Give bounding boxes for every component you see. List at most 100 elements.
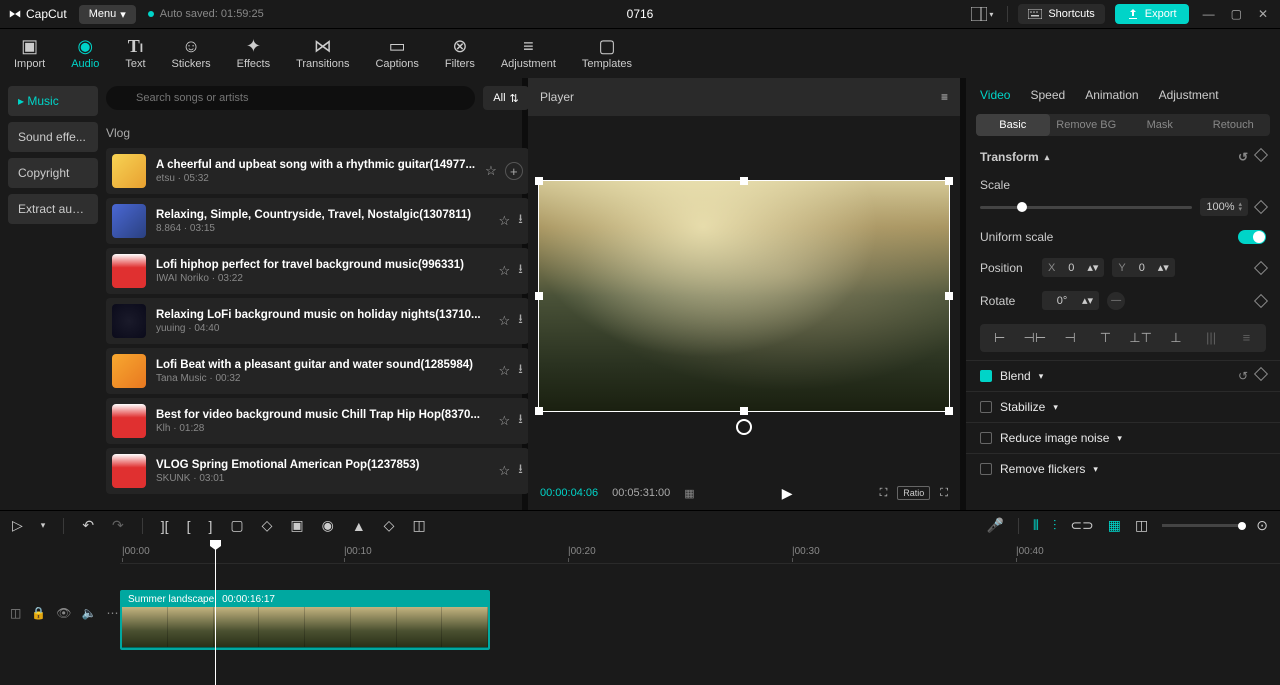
timeline-ruler[interactable]: |00:00 |00:10 |00:20 |00:30 |00:40 <box>120 540 1280 564</box>
tl-more-icon[interactable]: ⋯ <box>106 606 118 620</box>
favorite-icon[interactable]: ☆ <box>499 363 511 379</box>
blend-section[interactable]: Blend▾ ↺ <box>966 360 1280 391</box>
keyframe-icon[interactable] <box>1254 367 1268 381</box>
resize-handle[interactable] <box>535 292 543 300</box>
rotate-input[interactable]: 0°▴▾ <box>1042 291 1099 310</box>
link-button[interactable]: ⊂⊃ <box>1070 517 1093 534</box>
download-icon[interactable]: ⭳ <box>518 360 523 382</box>
reduce-noise-checkbox[interactable] <box>980 432 992 444</box>
export-button[interactable]: Export <box>1115 4 1189 24</box>
scale-input[interactable]: 100%▴▾ <box>1200 198 1248 216</box>
preview-button[interactable]: ▦ <box>1108 517 1121 534</box>
player-viewport[interactable] <box>528 116 960 476</box>
tab-speed[interactable]: Speed <box>1030 88 1065 102</box>
rotate-handle[interactable] <box>736 419 752 435</box>
timeline-tracks[interactable]: |00:00 |00:10 |00:20 |00:30 |00:40 Summe… <box>120 540 1280 685</box>
tab-filters[interactable]: ⊗Filters <box>445 37 475 70</box>
track-item[interactable]: Best for video background music Chill Tr… <box>106 398 529 444</box>
align-center-v-icon[interactable]: ⊥⊤ <box>1125 328 1156 348</box>
position-y-input[interactable]: Y0▴▾ <box>1112 258 1174 277</box>
uniform-scale-toggle[interactable] <box>1238 230 1266 244</box>
scale-slider[interactable] <box>980 206 1192 209</box>
favorite-icon[interactable]: ☆ <box>499 413 511 429</box>
undo-button[interactable]: ↶ <box>82 517 94 534</box>
track-item[interactable]: Lofi Beat with a pleasant guitar and wat… <box>106 348 529 394</box>
resize-handle[interactable] <box>945 407 953 415</box>
magnet-button[interactable]: ⫶ <box>1053 517 1057 534</box>
resize-handle[interactable] <box>945 177 953 185</box>
filter-all-button[interactable]: All ⇅ <box>483 86 528 110</box>
zoom-fit-button[interactable]: ⊙ <box>1256 517 1268 534</box>
record-button[interactable]: ◉ <box>322 517 334 534</box>
sidebar-item-music[interactable]: ▸ Music <box>8 86 98 116</box>
subtab-mask[interactable]: Mask <box>1123 114 1197 136</box>
search-input[interactable] <box>106 86 475 110</box>
download-icon[interactable]: ⭳ <box>518 260 523 282</box>
tl-settings-icon[interactable]: ◫ <box>10 606 21 620</box>
minimize-button[interactable]: — <box>1199 5 1219 23</box>
resize-handle[interactable] <box>535 177 543 185</box>
stabilize-checkbox[interactable] <box>980 401 992 413</box>
split-button[interactable]: ][ <box>161 518 169 534</box>
tl-eye-icon[interactable]: 👁 <box>56 606 71 620</box>
tab-stickers[interactable]: ☺Stickers <box>172 37 211 70</box>
menu-button[interactable]: Menu ▾ <box>79 5 136 24</box>
tab-import[interactable]: ▣Import <box>14 37 45 70</box>
download-icon[interactable]: ⭳ <box>518 460 523 482</box>
align-right-icon[interactable]: ⊣ <box>1055 328 1086 348</box>
pointer-tool[interactable]: ▷ <box>12 517 23 534</box>
favorite-icon[interactable]: ☆ <box>499 263 511 279</box>
tab-adjustment[interactable]: ≡Adjustment <box>501 37 556 70</box>
layout-button[interactable]: ▾ <box>967 3 997 25</box>
playhead[interactable] <box>215 540 216 685</box>
track-item[interactable]: Relaxing LoFi background music on holida… <box>106 298 529 344</box>
resize-handle[interactable] <box>535 407 543 415</box>
mirror-button[interactable]: ▲ <box>352 518 366 534</box>
list-icon[interactable]: ▦ <box>684 487 694 500</box>
fullscreen-button[interactable]: ⛶ <box>940 487 948 500</box>
keyframe-icon[interactable] <box>1254 200 1268 214</box>
resize-handle[interactable] <box>740 407 748 415</box>
align-center-h-icon[interactable]: ⊣⊢ <box>1019 328 1050 348</box>
duplicate-button[interactable]: ▣ <box>290 517 303 534</box>
crop-tool[interactable]: ◫ <box>412 517 425 534</box>
tab-templates[interactable]: ▢Templates <box>582 37 632 70</box>
track-item[interactable]: Relaxing, Simple, Countryside, Travel, N… <box>106 198 529 244</box>
remove-flickers-checkbox[interactable] <box>980 463 992 475</box>
sidebar-item-sound-effects[interactable]: Sound effe... <box>8 122 98 152</box>
favorite-icon[interactable]: ☆ <box>499 213 511 229</box>
tl-mute-icon[interactable]: 🔈 <box>82 606 97 620</box>
align-left-icon[interactable]: ⊢ <box>984 328 1015 348</box>
keyframe-icon[interactable] <box>1254 293 1268 307</box>
track-item[interactable]: Lofi hiphop perfect for travel backgroun… <box>106 248 529 294</box>
transform-header[interactable]: Transform ▴ ↺ <box>980 150 1266 164</box>
reduce-noise-section[interactable]: Reduce image noise▾ <box>966 422 1280 453</box>
trim-right-button[interactable]: ] <box>208 518 212 534</box>
position-x-input[interactable]: X0▴▾ <box>1042 258 1104 277</box>
subtab-basic[interactable]: Basic <box>976 114 1050 136</box>
freeze-button[interactable]: ◇ <box>262 517 273 534</box>
flip-icon[interactable]: — <box>1107 292 1125 310</box>
zoom-slider[interactable] <box>1162 524 1242 527</box>
crop-button[interactable]: ⛶ <box>880 487 888 500</box>
stabilize-section[interactable]: Stabilize▾ <box>966 391 1280 422</box>
resize-handle[interactable] <box>945 292 953 300</box>
blend-checkbox[interactable] <box>980 370 992 382</box>
subtab-retouch[interactable]: Retouch <box>1197 114 1271 136</box>
tab-effects[interactable]: ✦Effects <box>237 37 270 70</box>
align-top-icon[interactable]: ⊤ <box>1090 328 1121 348</box>
keyframe-icon[interactable] <box>1254 148 1268 162</box>
distribute-h-icon[interactable]: ||| <box>1196 328 1227 348</box>
rotate-tool[interactable]: ◇ <box>384 517 395 534</box>
close-button[interactable]: ✕ <box>1254 5 1272 23</box>
trim-left-button[interactable]: [ <box>187 518 191 534</box>
tab-captions[interactable]: ▭Captions <box>375 37 418 70</box>
maximize-button[interactable]: ▢ <box>1227 5 1246 23</box>
video-clip-selection[interactable] <box>538 180 950 412</box>
align-bottom-icon[interactable]: ⊥ <box>1160 328 1191 348</box>
keyframe-icon[interactable] <box>1254 260 1268 274</box>
resize-handle[interactable] <box>740 177 748 185</box>
chevron-down-icon[interactable]: ▾ <box>41 520 46 531</box>
favorite-icon[interactable]: ☆ <box>499 463 511 479</box>
mic-button[interactable]: 🎤 <box>987 517 1004 534</box>
